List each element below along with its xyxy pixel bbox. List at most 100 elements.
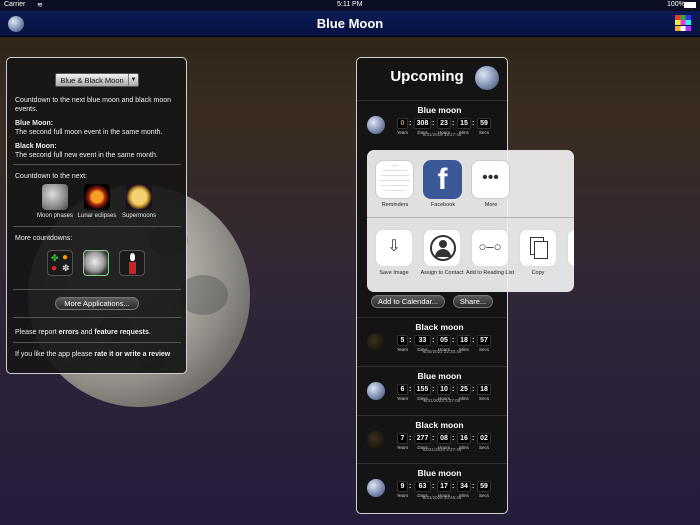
countdown-hours: 05 [437, 335, 451, 346]
supermoons-app-icon[interactable] [126, 184, 152, 210]
countdown-secs: 57 [477, 335, 491, 346]
divider [13, 289, 181, 290]
countdown-years: 0 [397, 118, 408, 129]
countdown-mins: 15 [457, 118, 471, 129]
separator: : [432, 435, 435, 442]
separator: : [409, 120, 412, 127]
copy-icon[interactable] [519, 229, 557, 267]
lunar-eclipses-app-icon[interactable] [84, 184, 110, 210]
event-name: Black moon [415, 322, 464, 332]
report-text: Please report errors and feature request… [15, 329, 151, 336]
event-row[interactable]: Blue moon 6 Years:155 Days:10 Hours:25 Mins:1… [357, 366, 507, 414]
separator: : [409, 337, 412, 344]
dropdown-value: Blue & Black Moon [60, 76, 124, 85]
status-bar: Carrier ≋ 5:11 PM 100% [0, 0, 700, 11]
countdown-days: 308 [414, 118, 431, 129]
black-moon-desc: The second full new event in the same mo… [15, 152, 158, 159]
countdown-secs: 18 [477, 384, 491, 395]
event-date: 12/31/2024 2:27:49 [422, 447, 462, 452]
intro-text: Countdown to the next blue moon and blac… [15, 97, 172, 113]
share-sheet: Reminders f Facebook ••• More ⇩ Save Ima… [367, 150, 574, 292]
app-title: Blue Moon [316, 16, 384, 31]
clock: 5:11 PM [337, 1, 363, 8]
separator: : [409, 435, 412, 442]
divider [13, 164, 181, 165]
countdown-days: 33 [414, 335, 431, 346]
rate-text: If you like the app please rate it or wr… [15, 351, 171, 358]
event-date: 4/30/2022 22:30:44 [422, 349, 462, 354]
carrier-label: Carrier [4, 1, 26, 8]
battery-label: 100% [667, 1, 685, 8]
countdown-mins: 34 [457, 481, 471, 492]
upcoming-title: Upcoming [390, 68, 464, 85]
facebook-icon[interactable]: f [423, 160, 462, 199]
countdown-mins: 18 [457, 335, 471, 346]
separator: : [432, 386, 435, 393]
add-to-calendar-button[interactable]: Add to Calendar... [371, 295, 445, 308]
full-moon-icon [367, 479, 385, 497]
countdown-years: 5 [397, 335, 408, 346]
candle-app-icon[interactable] [119, 250, 145, 276]
mode-dropdown[interactable]: Blue & Black Moon ▼ [55, 73, 139, 87]
countdown-hours: 17 [437, 481, 451, 492]
more-countdowns-label: More countdowns: [15, 235, 73, 242]
next-action-icon[interactable] [567, 229, 574, 267]
event-name: Black moon [415, 420, 464, 430]
countdown-days: 63 [414, 481, 431, 492]
save-image-label: Save Image [379, 270, 409, 276]
wifi-icon: ≋ [37, 2, 43, 9]
battery-icon [684, 2, 696, 8]
moon-icon [475, 66, 499, 90]
save-image-icon[interactable]: ⇩ [375, 229, 413, 267]
more-icon[interactable]: ••• [471, 160, 510, 199]
feature-requests-link[interactable]: feature requests [94, 329, 148, 336]
separator: : [409, 386, 412, 393]
share-button[interactable]: Share... [453, 295, 493, 308]
countdown-hours: 08 [437, 433, 451, 444]
separator: : [452, 120, 455, 127]
golf-ball-app-icon[interactable] [83, 250, 109, 276]
event-row[interactable]: Blue moon 9 Years:63 Days:17 Hours:34 Mins:59… [357, 463, 507, 511]
assign-contact-icon[interactable] [423, 229, 461, 267]
event-date: 5/31/2026 10:46:46 [422, 495, 462, 500]
separator: : [472, 337, 475, 344]
reminders-label: Reminders [381, 202, 409, 208]
countdown-hours: 23 [437, 118, 451, 129]
countdown-secs: 02 [477, 433, 491, 444]
divider [367, 217, 574, 218]
countdown-days: 277 [414, 433, 431, 444]
apps-grid-icon[interactable] [675, 15, 691, 31]
event-row[interactable]: Black moon 7 Years:277 Days:08 Hours:16 Mins:… [357, 415, 507, 463]
divider [13, 226, 181, 227]
rate-link[interactable]: rate it or write a review [94, 351, 170, 358]
errors-link[interactable]: errors [59, 329, 79, 336]
separator: : [452, 435, 455, 442]
separator: : [432, 120, 435, 127]
event-row[interactable]: Blue moon 0 Years:308 Days:23 Hours:15 Mins:5… [357, 100, 507, 148]
reading-glasses-icon[interactable]: ○‒○ [471, 229, 509, 267]
moon-phases-app-icon[interactable] [42, 184, 68, 210]
event-date: 1/31/2018 15:27:48 [422, 132, 462, 137]
chevron-down-icon: ▼ [128, 74, 138, 86]
countdown-years: 7 [397, 433, 408, 444]
holidays-app-icon[interactable]: ✤ ● ● ✽ [47, 250, 73, 276]
countdown-mins: 25 [457, 384, 471, 395]
more-label: More [484, 202, 498, 208]
event-name: Blue moon [417, 371, 462, 381]
new-moon-icon [367, 431, 385, 449]
separator: : [452, 386, 455, 393]
more-applications-button[interactable]: More Applications... [55, 297, 139, 310]
countdown-label: Countdown to the next: [15, 173, 87, 180]
event-date: 8/31/2023 3:37:05 [423, 398, 461, 403]
separator: : [452, 337, 455, 344]
countdown-years: 6 [397, 384, 408, 395]
new-moon-icon [367, 333, 385, 351]
info-panel: Blue & Black Moon ▼ Countdown to the nex… [6, 57, 187, 374]
event-row[interactable]: Black moon 5 Years:33 Days:05 Hours:18 Mins:5… [357, 317, 507, 365]
nav-bar: Blue Moon [0, 11, 700, 37]
separator: : [452, 483, 455, 490]
countdown-secs: 59 [477, 118, 491, 129]
blue-moon-heading: Blue Moon: [15, 120, 54, 127]
reminders-icon[interactable] [375, 160, 414, 199]
copy-label: Copy [531, 270, 545, 276]
